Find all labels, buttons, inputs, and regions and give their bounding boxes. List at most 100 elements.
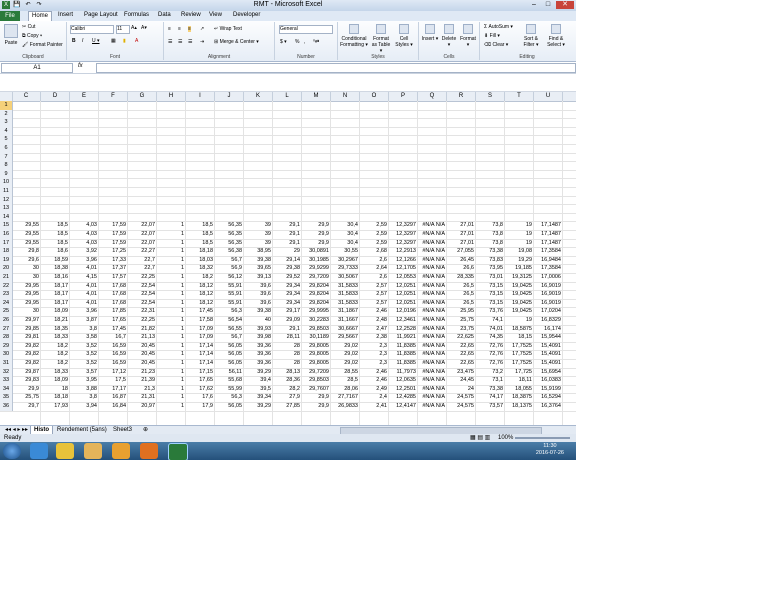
table-cell[interactable]: 28,5 — [331, 376, 359, 385]
table-cell[interactable]: 21,23 — [128, 368, 156, 377]
table-cell[interactable]: 16,8329 — [534, 316, 562, 325]
table-cell[interactable]: 12,1266 — [389, 256, 417, 265]
table-cell[interactable]: 4,15 — [70, 273, 98, 282]
table-cell[interactable]: 17,57 — [99, 273, 127, 282]
table-cell[interactable]: 15,4091 — [534, 350, 562, 359]
conditional-formatting-button[interactable]: Conditional Formatting ▾ — [340, 24, 368, 48]
table-cell[interactable]: 1 — [157, 299, 185, 308]
table-cell[interactable]: 56,55 — [215, 325, 243, 334]
table-cell[interactable]: 56,05 — [215, 350, 243, 359]
table-cell[interactable]: 2,57 — [360, 290, 388, 299]
table-cell[interactable]: 39 — [244, 239, 272, 248]
table-cell[interactable]: 12,0251 — [389, 290, 417, 299]
table-cell[interactable]: 26,5 — [447, 282, 475, 291]
table-cell[interactable]: 17,0204 — [534, 307, 562, 316]
align-bottom-icon[interactable]: ≡ — [188, 26, 191, 32]
table-cell[interactable]: 4,01 — [70, 299, 98, 308]
column-header[interactable]: F — [99, 92, 128, 101]
table-cell[interactable]: 18 — [41, 385, 69, 394]
table-cell[interactable]: 56,11 — [215, 368, 243, 377]
table-cell[interactable]: 1 — [157, 282, 185, 291]
table-cell[interactable]: 22,07 — [128, 230, 156, 239]
table-cell[interactable]: 22,65 — [447, 342, 475, 351]
tab-page-layout[interactable]: Page Layout — [84, 12, 118, 18]
table-cell[interactable]: 17,7525 — [505, 359, 533, 368]
table-cell[interactable]: 2,59 — [360, 230, 388, 239]
table-cell[interactable]: 18,5 — [41, 221, 69, 230]
table-cell[interactable]: 11,8385 — [389, 342, 417, 351]
table-cell[interactable]: 16,7 — [99, 333, 127, 342]
table-cell[interactable]: 20,45 — [128, 359, 156, 368]
table-cell[interactable]: 18,09 — [41, 376, 69, 385]
table-cell[interactable]: #N/A N/A — [418, 342, 446, 351]
table-cell[interactable]: 29,34 — [273, 282, 301, 291]
table-cell[interactable]: 17,0006 — [534, 273, 562, 282]
table-cell[interactable]: 56,35 — [215, 230, 243, 239]
table-cell[interactable]: 1 — [157, 307, 185, 316]
table-cell[interactable]: 19,0425 — [505, 282, 533, 291]
table-cell[interactable]: 23,75 — [447, 325, 475, 334]
row-header[interactable]: 4 — [0, 126, 13, 136]
table-cell[interactable]: 28 — [273, 350, 301, 359]
table-cell[interactable]: 17,25 — [99, 247, 127, 256]
table-cell[interactable]: 22,25 — [128, 273, 156, 282]
table-cell[interactable]: 19,3125 — [505, 273, 533, 282]
percent-button[interactable]: % — [295, 39, 299, 45]
table-cell[interactable]: 20,97 — [128, 402, 156, 411]
table-cell[interactable]: 2,3 — [360, 342, 388, 351]
tab-insert[interactable]: Insert — [58, 12, 73, 18]
table-cell[interactable]: 29,9 — [12, 385, 40, 394]
table-cell[interactable]: 18,055 — [505, 385, 533, 394]
column-header[interactable]: I — [186, 92, 215, 101]
table-cell[interactable]: 28,06 — [331, 385, 359, 394]
table-cell[interactable]: 1 — [157, 333, 185, 342]
table-cell[interactable]: 30 — [12, 307, 40, 316]
table-cell[interactable]: 16,84 — [99, 402, 127, 411]
table-cell[interactable]: 18,18 — [41, 393, 69, 402]
table-cell[interactable]: 29,34 — [273, 299, 301, 308]
table-cell[interactable]: 27,9 — [273, 393, 301, 402]
table-cell[interactable]: 17,59 — [99, 230, 127, 239]
table-cell[interactable]: 12,2913 — [389, 247, 417, 256]
table-cell[interactable]: 29,8204 — [302, 282, 330, 291]
table-cell[interactable]: 16,87 — [99, 393, 127, 402]
table-cell[interactable]: 30,0891 — [302, 247, 330, 256]
table-cell[interactable]: 2,47 — [360, 325, 388, 334]
column-header[interactable]: N — [331, 92, 360, 101]
table-cell[interactable]: 17,14 — [186, 359, 214, 368]
table-cell[interactable]: 18,32 — [186, 264, 214, 273]
paste-button[interactable]: Paste — [3, 24, 19, 46]
table-cell[interactable]: 17,6 — [186, 393, 214, 402]
chrome-icon[interactable] — [56, 443, 74, 459]
row-header[interactable]: 13 — [0, 204, 13, 213]
table-cell[interactable]: 30,5067 — [331, 273, 359, 282]
table-cell[interactable]: 29,95 — [12, 299, 40, 308]
table-cell[interactable]: 29,8005 — [302, 350, 330, 359]
table-cell[interactable]: 29,1 — [273, 230, 301, 239]
table-cell[interactable]: 2,49 — [360, 385, 388, 394]
table-cell[interactable]: 29,17 — [273, 307, 301, 316]
table-cell[interactable]: 56,05 — [215, 402, 243, 411]
table-cell[interactable]: 1 — [157, 239, 185, 248]
table-cell[interactable]: 17,59 — [99, 239, 127, 248]
cut-button[interactable]: ✂ Cut — [22, 24, 35, 30]
table-cell[interactable]: 73,38 — [476, 385, 504, 394]
table-cell[interactable]: 29,82 — [12, 350, 40, 359]
row-header[interactable]: 7 — [0, 152, 13, 162]
table-cell[interactable]: 2,59 — [360, 239, 388, 248]
table-cell[interactable]: 1 — [157, 342, 185, 351]
table-cell[interactable]: 29,95 — [12, 282, 40, 291]
table-cell[interactable]: 39,36 — [244, 359, 272, 368]
table-cell[interactable]: 19,0425 — [505, 307, 533, 316]
table-cell[interactable]: 17,1487 — [534, 221, 562, 230]
table-cell[interactable]: 25,75 — [12, 393, 40, 402]
column-header[interactable]: K — [244, 92, 273, 101]
table-cell[interactable]: 17,68 — [99, 299, 127, 308]
table-cell[interactable]: 2,48 — [360, 316, 388, 325]
table-cell[interactable]: 56,3 — [215, 393, 243, 402]
tab-developer[interactable]: Developer — [233, 12, 260, 18]
row-header[interactable]: 11 — [0, 187, 13, 196]
table-cell[interactable]: #N/A N/A — [418, 402, 446, 411]
table-cell[interactable]: 56,7 — [215, 333, 243, 342]
table-cell[interactable]: 18,21 — [41, 316, 69, 325]
